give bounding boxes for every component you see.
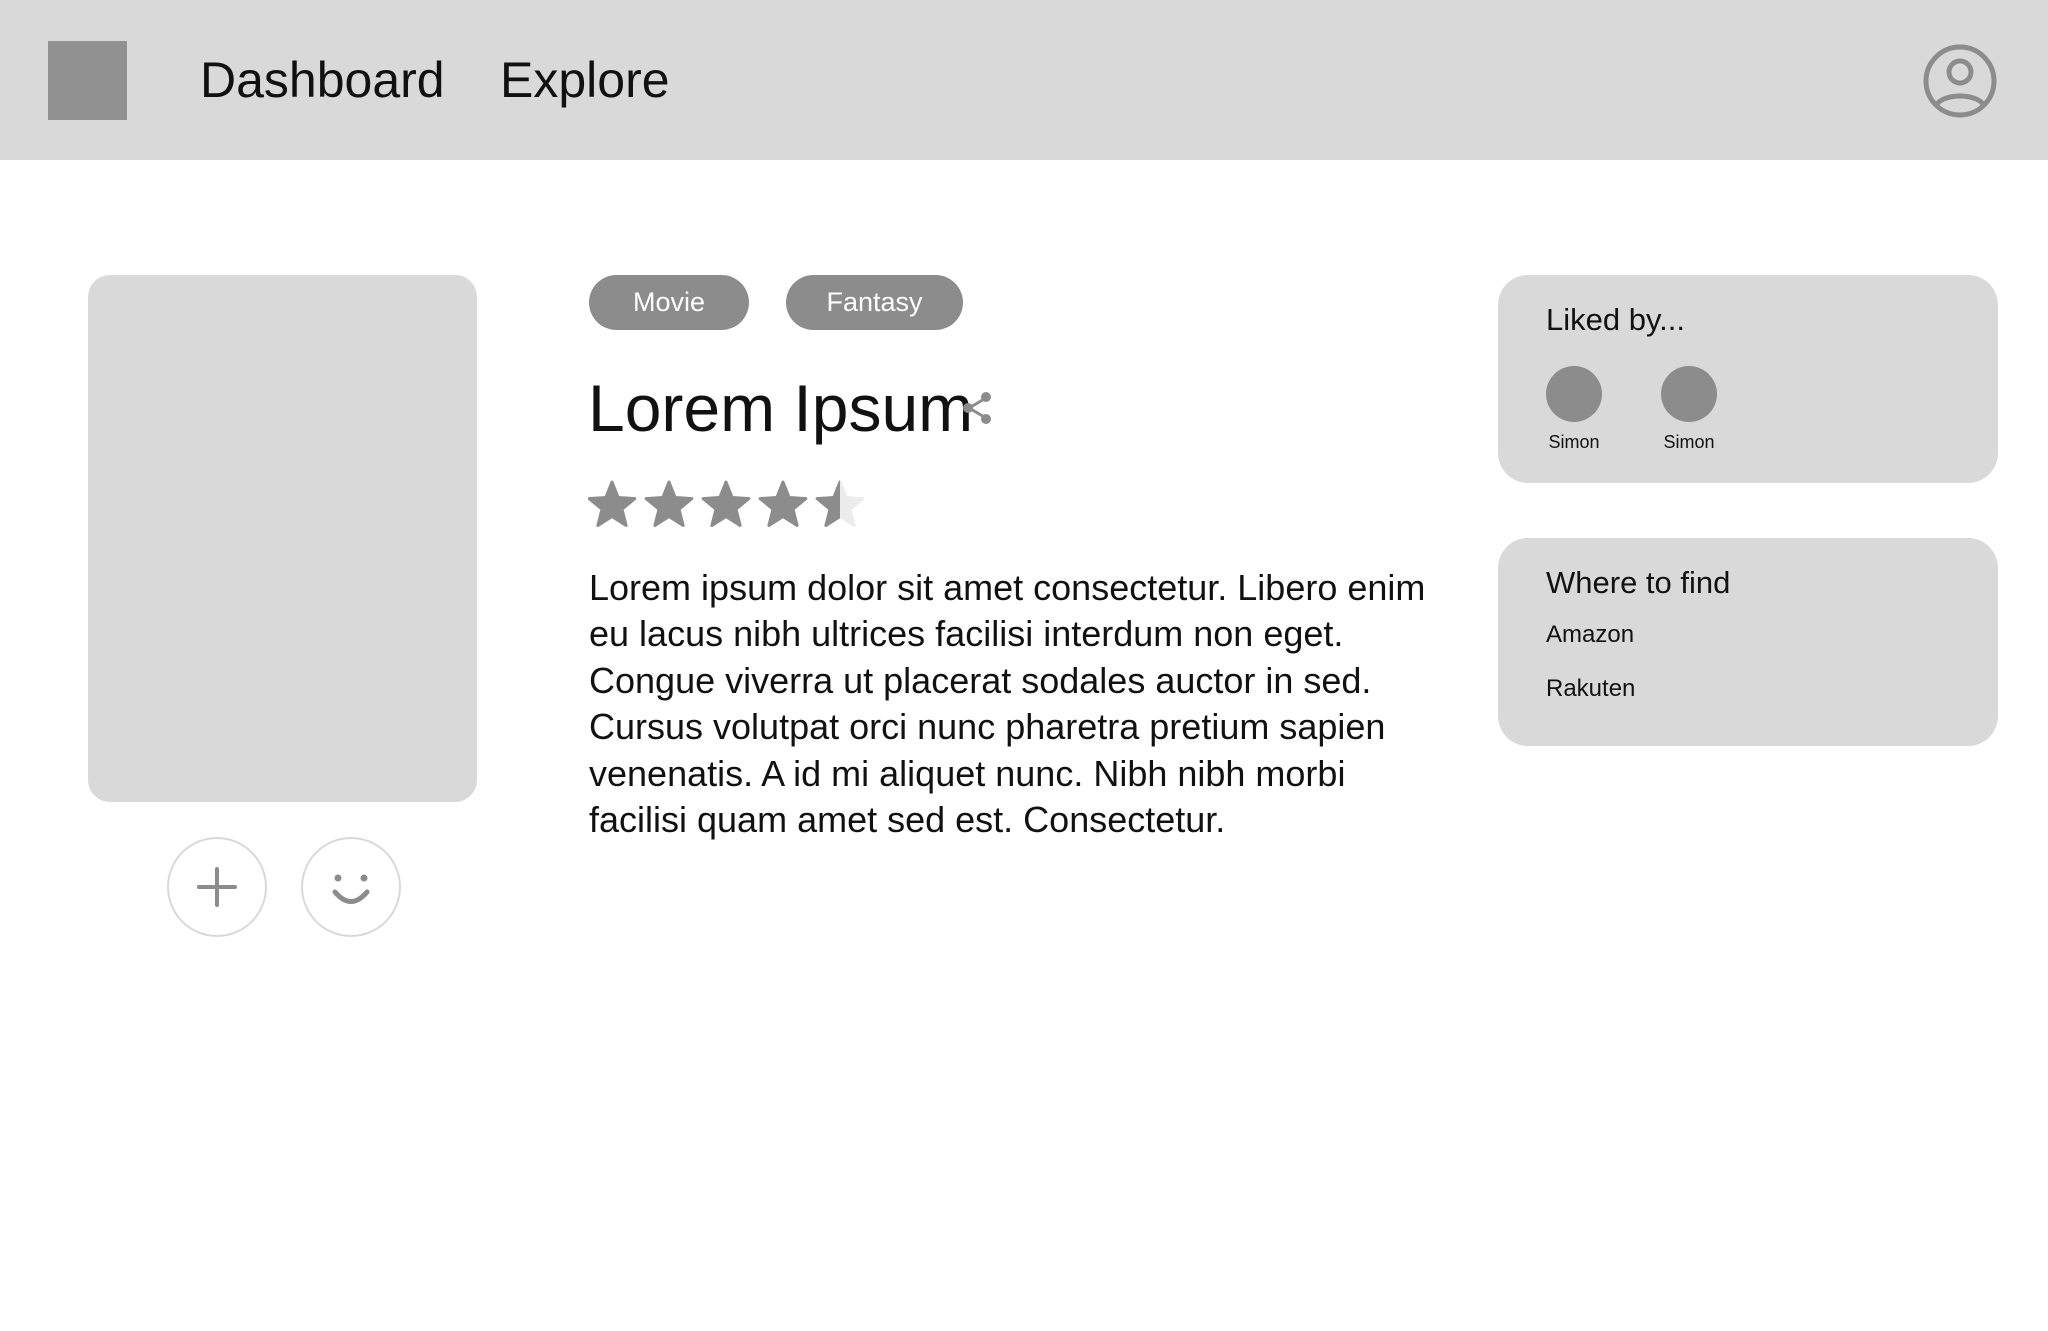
plus-icon: [197, 867, 237, 907]
liked-by-heading: Liked by...: [1546, 302, 1686, 337]
media-description: Lorem ipsum dolor sit amet consectetur. …: [589, 567, 1426, 841]
smiley-icon: [332, 874, 370, 904]
star-rating[interactable]: [588, 480, 868, 532]
nav-explore-link[interactable]: Explore: [500, 50, 670, 110]
top-navigation-bar: Dashboard Explore: [0, 0, 2048, 160]
liker-name: Simon: [1548, 432, 1600, 452]
avatar: [1546, 366, 1602, 422]
where-to-find-card: Where to find Amazon Rakuten: [1498, 538, 1998, 746]
star-icon[interactable]: [758, 480, 808, 527]
star-icon[interactable]: [815, 480, 865, 527]
tag-movie[interactable]: Movie: [589, 275, 749, 330]
avatar: [1661, 366, 1717, 422]
add-button[interactable]: [167, 837, 267, 937]
media-title: Lorem Ipsum: [588, 371, 974, 445]
where-to-find-heading: Where to find: [1546, 565, 1731, 600]
star-icon[interactable]: [701, 480, 751, 527]
star-icon[interactable]: [588, 480, 637, 527]
store-link-rakuten[interactable]: Rakuten: [1546, 674, 1635, 704]
store-link-amazon[interactable]: Amazon: [1546, 620, 1634, 650]
liker-name: Simon: [1663, 432, 1715, 452]
liker-item[interactable]: Simon: [1534, 366, 1614, 453]
nav-dashboard-link[interactable]: Dashboard: [200, 50, 445, 110]
liked-by-card: Liked by... Simon Simon: [1498, 275, 1998, 483]
tag-fantasy[interactable]: Fantasy: [786, 275, 963, 330]
react-button[interactable]: [301, 837, 401, 937]
liker-item[interactable]: Simon: [1649, 366, 1729, 453]
user-circle-icon[interactable]: [1921, 42, 1999, 120]
star-icon[interactable]: [644, 480, 694, 527]
share-icon[interactable]: [958, 388, 998, 428]
logo[interactable]: [48, 41, 127, 120]
poster-image-placeholder: [88, 275, 477, 802]
